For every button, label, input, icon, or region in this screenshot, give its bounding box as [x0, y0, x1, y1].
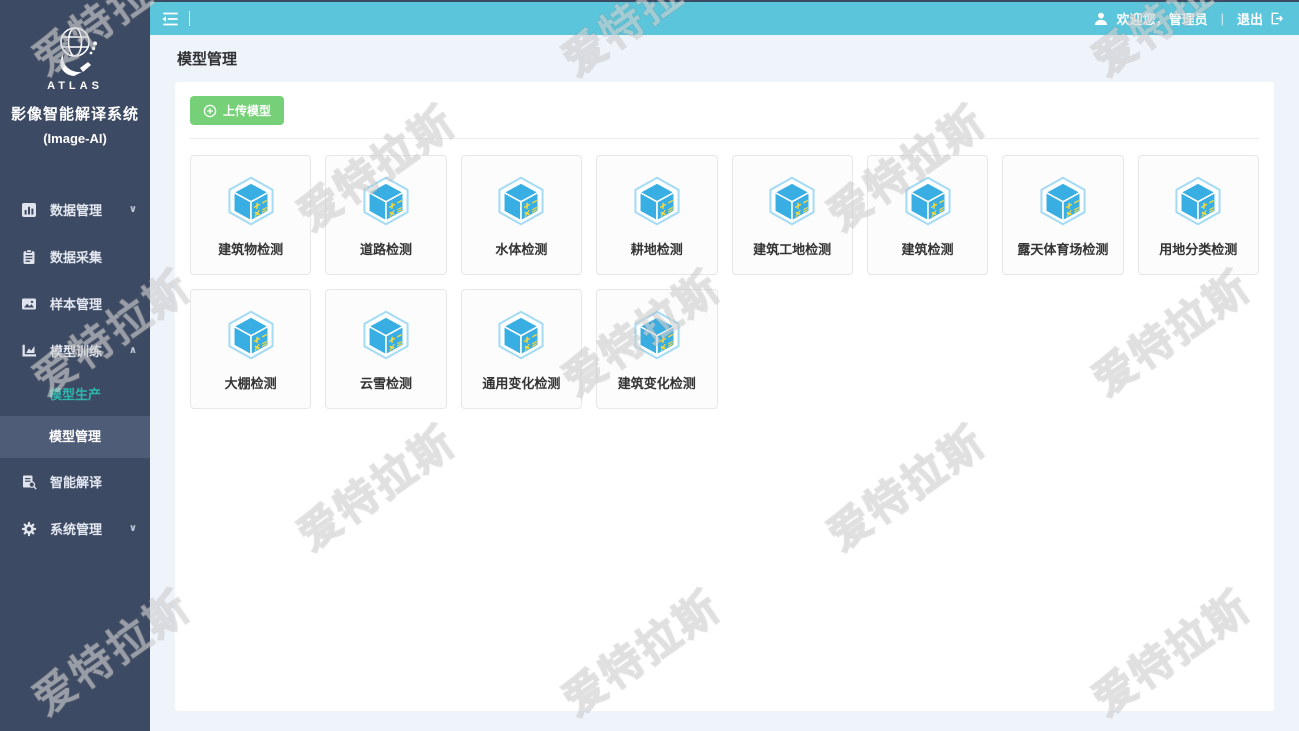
model-name: 通用变化检测	[482, 373, 560, 392]
model-cube-icon	[631, 176, 683, 226]
atlas-globe-logo-icon: ATLAS	[36, 20, 114, 92]
sidebar-item-label: 模型训练	[50, 341, 129, 360]
model-card-grid: 建筑物检测 道路检测 水体检测 耕地检测 建筑工地检测	[190, 155, 1259, 409]
logout-label: 退出	[1237, 9, 1263, 28]
sidebar-item-label: 系统管理	[50, 519, 129, 538]
model-name: 耕地检测	[631, 239, 683, 258]
topbar-user-area: 欢迎您，管理员 | 退出	[1093, 9, 1284, 28]
sidebar-item-0[interactable]: 数据管理∨	[0, 186, 150, 233]
sidebar-item-1[interactable]: 数据采集	[0, 233, 150, 280]
upload-model-label: 上传模型	[223, 102, 271, 119]
sidebar-item-label: 数据采集	[50, 247, 137, 266]
sidebar-item-2[interactable]: 样本管理	[0, 280, 150, 327]
welcome-text: 欢迎您，管理员	[1117, 9, 1208, 28]
user-avatar-icon	[1093, 11, 1109, 27]
model-cube-icon	[631, 310, 683, 360]
sidebar: ATLAS 影像智能解译系统 (Image-AI) 数据管理∨数据采集样本管理模…	[0, 0, 150, 731]
chevron-down-icon: ∨	[129, 204, 137, 215]
model-card[interactable]: 建筑物检测	[190, 155, 311, 275]
sidebar-menu: 数据管理∨数据采集样本管理模型训练∧模型生产模型管理智能解译系统管理∨	[0, 186, 150, 552]
model-card[interactable]: 耕地检测	[596, 155, 717, 275]
topbar: 欢迎您，管理员 | 退出	[150, 0, 1299, 35]
model-cube-icon	[360, 310, 412, 360]
bar-chart-icon	[21, 202, 37, 218]
model-card[interactable]: 道路检测	[325, 155, 446, 275]
topbar-separator: |	[1221, 11, 1224, 26]
model-cube-icon	[360, 176, 412, 226]
atlas-logo-text: ATLAS	[47, 80, 103, 92]
main-column: 欢迎您，管理员 | 退出 模型管理	[150, 0, 1299, 731]
model-card[interactable]: 大棚检测	[190, 289, 311, 409]
model-cube-icon	[225, 176, 277, 226]
model-card[interactable]: 建筑变化检测	[596, 289, 717, 409]
model-card[interactable]: 云雪检测	[325, 289, 446, 409]
model-card[interactable]: 露天体育场检测	[1002, 155, 1123, 275]
topbar-divider	[189, 11, 190, 26]
logout-button[interactable]: 退出	[1237, 9, 1284, 28]
model-card[interactable]: 水体检测	[461, 155, 582, 275]
model-card[interactable]: 通用变化检测	[461, 289, 582, 409]
model-card[interactable]: 建筑工地检测	[732, 155, 853, 275]
model-cube-icon	[225, 310, 277, 360]
sidebar-item-label: 样本管理	[50, 294, 137, 313]
app-logo: ATLAS	[0, 0, 150, 97]
model-name: 水体检测	[495, 239, 547, 258]
sidebar-item-label: 数据管理	[50, 200, 129, 219]
model-name: 道路检测	[360, 239, 412, 258]
upload-model-button[interactable]: 上传模型	[190, 96, 284, 125]
logout-icon	[1269, 11, 1284, 26]
sidebar-item-label: 智能解译	[50, 472, 137, 491]
model-panel: 上传模型 建筑物检测 道路检测 水体检测	[175, 82, 1274, 711]
sidebar-subitem-3-0[interactable]: 模型生产	[0, 374, 150, 416]
picture-icon	[21, 296, 37, 312]
model-cube-icon	[1172, 176, 1224, 226]
model-name: 建筑变化检测	[618, 373, 696, 392]
plus-circle-icon	[203, 104, 217, 118]
model-name: 建筑工地检测	[753, 239, 831, 258]
page-content: 模型管理 上传模型 建筑物检测	[150, 35, 1299, 731]
model-card[interactable]: 建筑检测	[867, 155, 988, 275]
doc-search-icon	[21, 474, 37, 490]
page-title: 模型管理	[177, 48, 1274, 69]
model-card[interactable]: 用地分类检测	[1138, 155, 1259, 275]
model-name: 建筑物检测	[218, 239, 283, 258]
model-name: 建筑检测	[902, 239, 954, 258]
app-title: 影像智能解译系统	[0, 103, 150, 124]
model-cube-icon	[902, 176, 954, 226]
model-cube-icon	[495, 176, 547, 226]
collapse-sidebar-icon[interactable]	[160, 9, 182, 29]
clipboard-icon	[21, 249, 37, 265]
area-chart-icon	[21, 343, 37, 359]
sidebar-subitem-3-1[interactable]: 模型管理	[0, 416, 150, 458]
toolbar: 上传模型	[190, 96, 1259, 139]
gear-icon	[21, 521, 37, 537]
model-cube-icon	[495, 310, 547, 360]
model-cube-icon	[1037, 176, 1089, 226]
model-name: 云雪检测	[360, 373, 412, 392]
sidebar-item-5[interactable]: 系统管理∨	[0, 505, 150, 552]
chevron-down-icon: ∨	[129, 523, 137, 534]
model-name: 大棚检测	[225, 373, 277, 392]
sidebar-item-3[interactable]: 模型训练∧	[0, 327, 150, 374]
model-name: 用地分类检测	[1159, 239, 1237, 258]
app-subtitle: (Image-AI)	[0, 131, 150, 146]
model-name: 露天体育场检测	[1017, 239, 1108, 258]
model-cube-icon	[766, 176, 818, 226]
app-window: ATLAS 影像智能解译系统 (Image-AI) 数据管理∨数据采集样本管理模…	[0, 0, 1299, 731]
chevron-up-icon: ∧	[129, 345, 137, 356]
sidebar-item-4[interactable]: 智能解译	[0, 458, 150, 505]
